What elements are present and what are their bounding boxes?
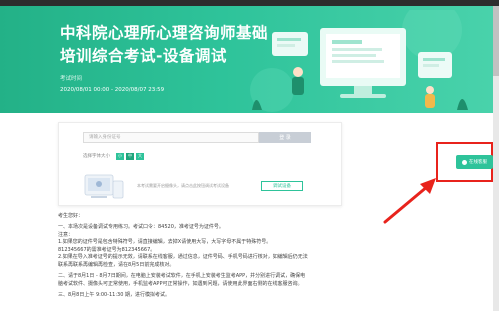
online-consult-button[interactable]: 在线客服 bbox=[456, 155, 493, 169]
login-button[interactable]: 登 录 bbox=[259, 132, 311, 143]
device-illustration bbox=[84, 174, 124, 199]
notice-line: 2.如果在导入准考证号的提示无效，请联系在线客服，通过信息，证件号码、手机号码进… bbox=[58, 254, 308, 261]
notice-line: 二、请于8月1日 - 8月7日期间，在电脑上安装考试软件，在手机上安装考生监考A… bbox=[58, 272, 306, 279]
font-size-large-button[interactable]: 大 bbox=[136, 152, 144, 160]
notice-line: 注意： bbox=[58, 231, 74, 238]
id-number-input[interactable]: 请输入身份证号 bbox=[83, 132, 259, 143]
notice-line: 三、8月8日上午 9:00-11:30 期，进行模拟考试。 bbox=[58, 291, 170, 298]
notice-line: 812345667的需准考证号为812345667。 bbox=[58, 246, 156, 253]
device-check-hint: 本考试需要开启摄像头，请点击此按钮调试考试设备 bbox=[137, 183, 229, 188]
notice-greeting: 考生您好： bbox=[58, 213, 84, 219]
login-card: 请输入身份证号 登 录 选择字体大小 小 中 大 本考试需要开启摄像头，请点击此… bbox=[58, 122, 342, 206]
online-consult-label: 在线客服 bbox=[469, 160, 487, 165]
font-size-label: 选择字体大小 bbox=[83, 154, 110, 159]
notice-line: 联系再联系再编辑再检查，请在8月5日前完成核对。 bbox=[58, 261, 175, 268]
exam-time-range: 2020/08/01 00:00 - 2020/08/07 23:59 bbox=[60, 87, 165, 93]
device-check-row: 本考试需要开启摄像头，请点击此按钮调试考试设备 调试设备 bbox=[83, 171, 323, 201]
font-size-selector: 选择字体大小 小 中 大 bbox=[83, 152, 146, 160]
notice-line: 一、本场次是设备调试专用练习。考试口令：84520，准考证号为证件号。 bbox=[58, 224, 224, 230]
scrollbar-thumb[interactable] bbox=[493, 6, 499, 76]
notice-line: 1.如果您的证件号是包含特殊符号，请直接编辑，去掉X请使用大写，大写字母不属于特… bbox=[58, 239, 272, 246]
hero-banner: 中科院心理所心理咨询师基础培训综合考试-设备调试 考试时间 2020/08/01… bbox=[0, 6, 493, 113]
chat-icon bbox=[462, 159, 467, 165]
exam-notice: 考生您好： 一、本场次是设备调试专用练习。考试口令：84520，准考证号为证件号… bbox=[58, 213, 358, 299]
device-debug-button[interactable]: 调试设备 bbox=[261, 181, 303, 191]
font-size-medium-button[interactable]: 中 bbox=[126, 152, 134, 160]
exam-time-label: 考试时间 bbox=[60, 76, 83, 82]
hero-illustration bbox=[250, 10, 468, 112]
notice-line: 脑考试软件、摄像头可正常使用，手机监考APP可正常操作，如遇到问题，请使用此界面… bbox=[58, 280, 303, 287]
font-size-small-button[interactable]: 小 bbox=[116, 152, 124, 160]
id-input-row: 请输入身份证号 登 录 bbox=[83, 132, 311, 143]
